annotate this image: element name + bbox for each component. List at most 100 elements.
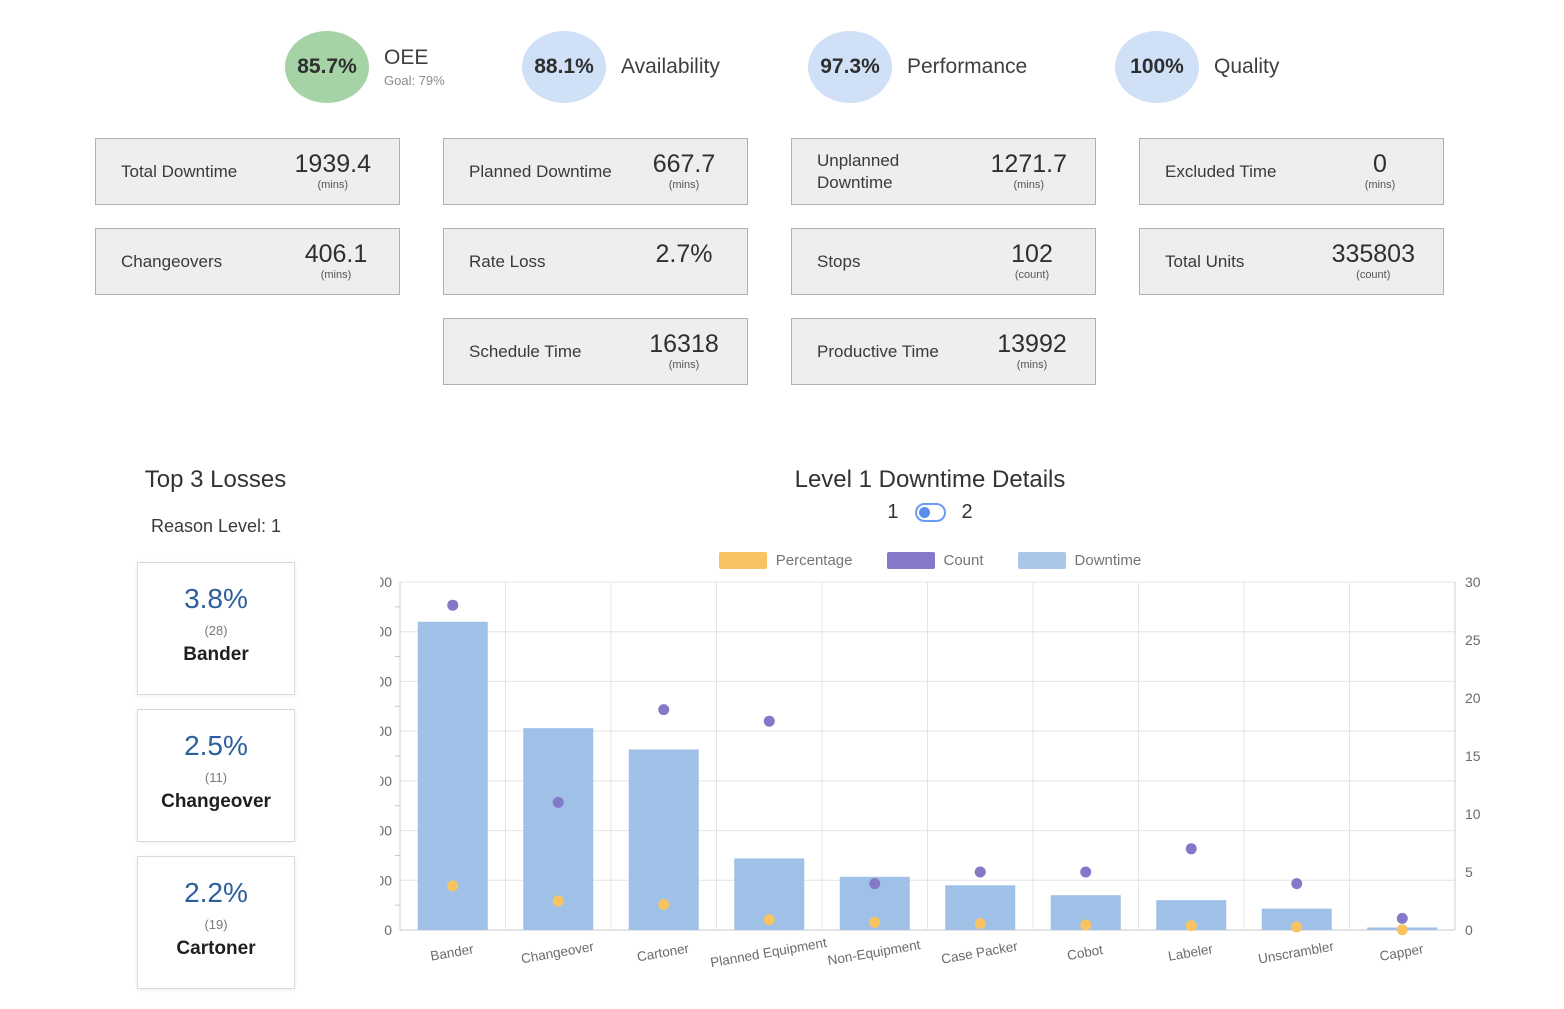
card-value: 667.7 — [653, 151, 716, 177]
legend-item-percentage[interactable]: Percentage — [719, 552, 853, 569]
card-unplanned-downtime: Unplanned Downtime 1271.7(mins) — [791, 138, 1096, 205]
card-value: 1271.7 — [991, 151, 1067, 177]
kpi-oee: 85.7% OEE Goal: 79% — [285, 31, 445, 103]
card-unit: (mins) — [317, 179, 348, 192]
kpi-oee-text: OEE Goal: 79% — [384, 46, 445, 88]
category-label-planned-equipment: Planned Equipment — [709, 935, 828, 970]
count-dot-changeover — [553, 797, 564, 808]
card-unit: (count) — [1015, 269, 1049, 282]
card-value: 102 — [1011, 241, 1053, 267]
downtime-chart-svg: 0100200300400500600700051015202530Bander… — [380, 575, 1490, 1005]
metric-cards-grid: Total Downtime 1939.4(mins) Planned Down… — [95, 138, 1444, 385]
legend-label: Percentage — [776, 552, 853, 569]
right-axis-tick-label: 5 — [1465, 864, 1473, 880]
category-label-capper: Capper — [1378, 941, 1425, 964]
percentage-dot-unscrambler — [1291, 921, 1302, 932]
percentage-dot-non-equipment — [869, 917, 880, 928]
downtime-chart-title: Level 1 Downtime Details — [380, 466, 1480, 494]
loss-percent: 2.5% — [184, 730, 248, 762]
card-planned-downtime: Planned Downtime 667.7 (mins) — [443, 138, 748, 205]
card-label: Stops — [817, 251, 860, 272]
kpi-quality: 100% Quality — [1115, 31, 1279, 103]
toggle-option-2[interactable]: 2 — [962, 501, 973, 524]
card-value: 16318 — [649, 331, 719, 357]
card-label: Total Units — [1165, 251, 1244, 272]
percentage-dot-capper — [1397, 924, 1408, 935]
chart-legend: Percentage Count Downtime — [380, 552, 1480, 569]
kpi-quality-label: Quality — [1214, 55, 1279, 79]
right-axis-tick-label: 0 — [1465, 922, 1473, 938]
left-axis-tick-label: 400 — [380, 723, 392, 739]
loss-count: (11) — [205, 770, 227, 785]
card-label: Schedule Time — [469, 341, 581, 362]
card-changeovers: Changeovers 406.1 (mins) — [95, 228, 400, 295]
category-label-cartoner: Cartoner — [636, 941, 691, 965]
kpi-quality-value: 100% — [1130, 55, 1184, 79]
category-label-unscrambler: Unscrambler — [1257, 938, 1335, 966]
card-productive-time: Productive Time 13992(mins) — [791, 318, 1096, 385]
count-dot-capper — [1397, 913, 1408, 924]
count-dot-case-packer — [975, 867, 986, 878]
card-value: 406.1 — [305, 241, 368, 267]
card-excluded-time: Excluded Time 0 (mins) — [1139, 138, 1444, 205]
percentage-dot-planned-equipment — [764, 914, 775, 925]
category-label-labeler: Labeler — [1167, 941, 1214, 964]
card-stops: Stops 102 (count) — [791, 228, 1096, 295]
right-axis-tick-label: 25 — [1465, 632, 1481, 648]
kpi-availability-value: 88.1% — [534, 55, 594, 79]
card-value: 1939.4 — [295, 151, 371, 177]
category-label-bander: Bander — [429, 941, 475, 963]
count-dot-planned-equipment — [764, 716, 775, 727]
kpi-performance: 97.3% Performance — [808, 31, 1027, 103]
kpi-quality-circle: 100% — [1115, 31, 1199, 103]
chart-level-toggle-row: 1 2 — [380, 501, 1480, 524]
card-unit: (mins) — [1013, 179, 1044, 192]
legend-item-downtime[interactable]: Downtime — [1018, 552, 1142, 569]
loss-name: Bander — [183, 644, 248, 666]
left-axis-tick-label: 500 — [380, 673, 392, 689]
card-unit: (mins) — [669, 179, 700, 192]
kpi-oee-value: 85.7% — [297, 55, 357, 79]
toggle-option-1[interactable]: 1 — [887, 501, 898, 524]
count-dot-unscrambler — [1291, 878, 1302, 889]
right-axis-tick-label: 15 — [1465, 748, 1481, 764]
card-value: 0 — [1373, 151, 1387, 177]
card-label: Rate Loss — [469, 251, 546, 272]
legend-item-count[interactable]: Count — [887, 552, 984, 569]
reason-level-label: Reason Level: 1 — [137, 516, 295, 537]
left-axis-tick-label: 0 — [384, 922, 392, 938]
loss-percent: 3.8% — [184, 583, 248, 615]
count-dot-cobot — [1080, 867, 1091, 878]
category-label-changeover: Changeover — [520, 939, 596, 967]
card-total-units: Total Units 335803(count) — [1139, 228, 1444, 295]
kpi-oee-circle: 85.7% — [285, 31, 369, 103]
card-unit: (mins) — [669, 359, 700, 372]
card-unit: (mins) — [1365, 179, 1396, 192]
card-label: Changeovers — [121, 251, 222, 272]
card-value: 335803 — [1332, 241, 1415, 267]
kpi-performance-value: 97.3% — [820, 55, 880, 79]
loss-percent: 2.2% — [184, 877, 248, 909]
right-axis-tick-label: 20 — [1465, 690, 1481, 706]
category-label-cobot: Cobot — [1066, 942, 1104, 963]
loss-card-cartoner: 2.2% (19) Cartoner — [137, 856, 295, 989]
count-dot-labeler — [1186, 843, 1197, 854]
loss-name: Changeover — [161, 791, 271, 813]
card-total-downtime: Total Downtime 1939.4(mins) — [95, 138, 400, 205]
count-dot-non-equipment — [869, 878, 880, 889]
kpi-availability-label: Availability — [621, 55, 720, 79]
top-losses-panel: Top 3 Losses Reason Level: 1 3.8% (28) B… — [137, 466, 295, 989]
count-dot-bander — [447, 600, 458, 611]
percentage-dot-labeler — [1186, 920, 1197, 931]
left-axis-tick-label: 200 — [380, 823, 392, 839]
card-unit: (mins) — [1017, 359, 1048, 372]
card-label: Planned Downtime — [469, 161, 612, 182]
chart-level-toggle[interactable] — [915, 503, 946, 522]
percentage-dot-cobot — [1080, 920, 1091, 931]
kpi-performance-label: Performance — [907, 55, 1027, 79]
card-label: Excluded Time — [1165, 161, 1277, 182]
left-axis-tick-label: 700 — [380, 575, 392, 590]
left-axis-tick-label: 600 — [380, 624, 392, 640]
card-unit: (mins) — [321, 269, 352, 282]
toggle-knob — [919, 507, 930, 518]
